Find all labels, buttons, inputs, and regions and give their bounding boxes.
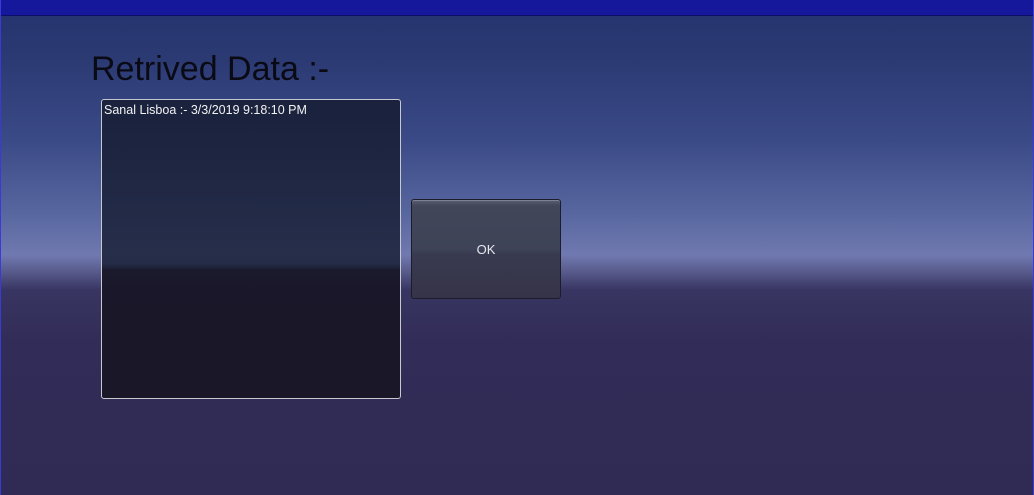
top-bar <box>1 0 1033 16</box>
ok-button[interactable]: OK <box>411 199 561 299</box>
retrieved-data-box[interactable]: Sanal Lisboa :- 3/3/2019 9:18:10 PM <box>101 99 401 399</box>
ok-button-label: OK <box>476 241 496 257</box>
page-title: Retrived Data :- <box>91 50 330 88</box>
data-entry: Sanal Lisboa :- 3/3/2019 9:18:10 PM <box>104 103 307 117</box>
app-viewport: Retrived Data :- Sanal Lisboa :- 3/3/201… <box>0 0 1034 495</box>
